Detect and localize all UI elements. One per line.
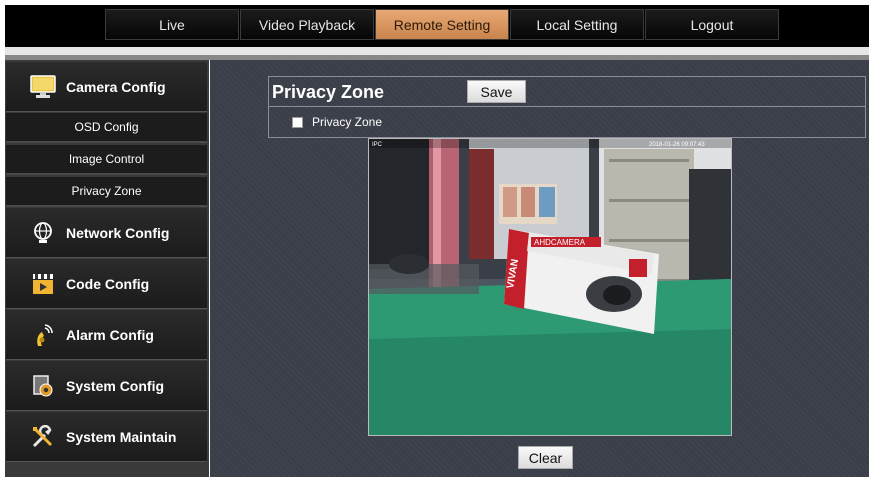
save-button[interactable]: Save bbox=[467, 80, 526, 103]
sidebar-item-code-config[interactable]: Code Config bbox=[6, 259, 207, 309]
top-navigation-bar: Live Video Playback Remote Setting Local… bbox=[5, 5, 869, 47]
sidebar-subitem-privacy-zone[interactable]: Privacy Zone bbox=[6, 177, 207, 207]
tab-video-playback[interactable]: Video Playback bbox=[240, 9, 374, 40]
sidebar: Camera Config OSD Config Image Control P… bbox=[5, 60, 209, 477]
tab-remote-setting[interactable]: Remote Setting bbox=[375, 9, 509, 40]
sidebar-item-label: Camera Config bbox=[66, 78, 166, 95]
sidebar-item-system-maintain[interactable]: System Maintain bbox=[6, 412, 207, 462]
main-content: Privacy Zone Save Privacy Zone AHDCAMERA… bbox=[210, 60, 869, 477]
tab-logout[interactable]: Logout bbox=[645, 9, 779, 40]
tab-local-setting[interactable]: Local Setting bbox=[510, 9, 644, 40]
clear-button[interactable]: Clear bbox=[518, 446, 573, 469]
camera-frame: AHDCAMERA VIVAN IPC 2018-01-26 09:07:43 bbox=[369, 139, 731, 435]
osd-timestamp: 2018-01-26 09:07:43 bbox=[649, 142, 705, 148]
wrench-screwdriver-icon bbox=[30, 424, 56, 450]
video-preview[interactable]: AHDCAMERA VIVAN IPC 2018-01-26 09:07:43 bbox=[368, 138, 732, 436]
sidebar-item-system-config[interactable]: System Config bbox=[6, 361, 207, 411]
sidebar-item-label: Code Config bbox=[66, 275, 150, 292]
tab-live[interactable]: Live bbox=[105, 9, 239, 40]
sidebar-item-label: System Maintain bbox=[66, 428, 177, 445]
main-nav: Live Video Playback Remote Setting Local… bbox=[105, 9, 780, 42]
sidebar-item-label: Network Config bbox=[66, 224, 170, 241]
product-box-title: AHDCAMERA bbox=[534, 238, 586, 247]
alarm-icon bbox=[30, 322, 56, 348]
privacy-zone-checkbox-label: Privacy Zone bbox=[312, 115, 383, 129]
privacy-zone-checkbox[interactable] bbox=[292, 117, 303, 128]
sidebar-item-label: Alarm Config bbox=[66, 326, 154, 343]
globe-icon bbox=[30, 220, 56, 246]
header-divider bbox=[5, 47, 869, 55]
sidebar-item-network-config[interactable]: Network Config bbox=[6, 208, 207, 258]
gear-document-icon bbox=[30, 373, 56, 399]
sidebar-item-camera-config[interactable]: Camera Config bbox=[6, 62, 207, 112]
sidebar-subitem-osd-config[interactable]: OSD Config bbox=[6, 113, 207, 143]
sidebar-subitem-image-control[interactable]: Image Control bbox=[6, 145, 207, 175]
sidebar-item-label: System Config bbox=[66, 377, 165, 394]
film-clapper-icon bbox=[30, 271, 56, 297]
sidebar-item-alarm-config[interactable]: Alarm Config bbox=[6, 310, 207, 360]
page-title: Privacy Zone bbox=[272, 82, 385, 102]
monitor-icon bbox=[30, 74, 56, 100]
panel-header: Privacy Zone Save bbox=[268, 76, 866, 107]
privacy-zone-row: Privacy Zone bbox=[268, 107, 866, 138]
osd-channel-label: IPC bbox=[372, 142, 383, 148]
